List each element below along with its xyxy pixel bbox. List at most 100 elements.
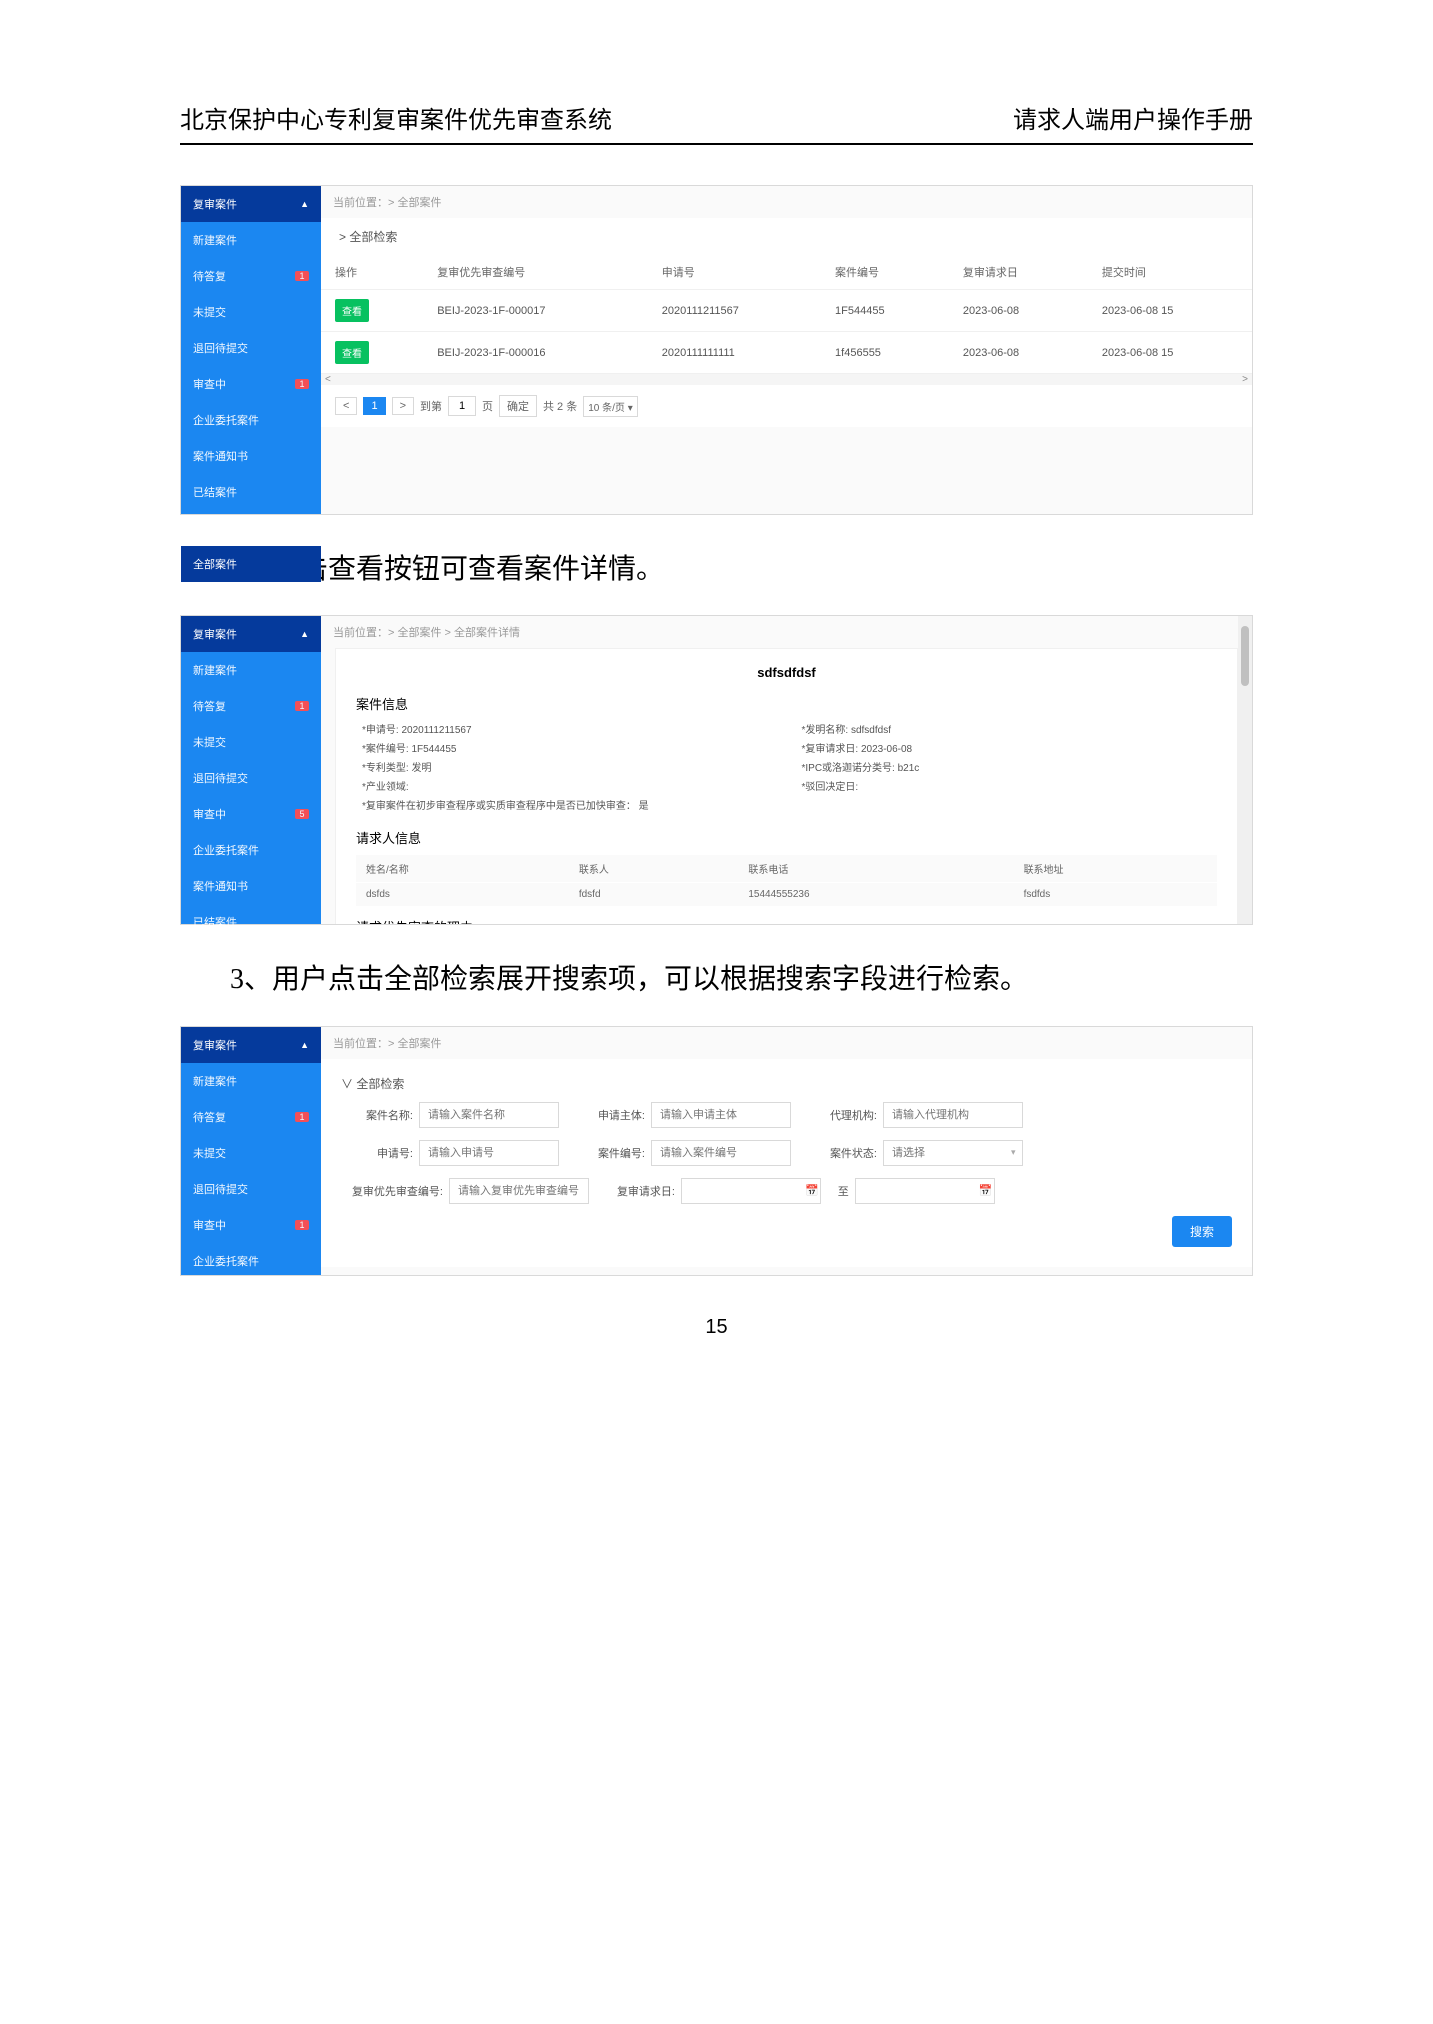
- h-scrollbar[interactable]: <>: [321, 374, 1252, 385]
- page-header: 北京保护中心专利复审案件优先审查系统 请求人端用户操作手册: [180, 100, 1253, 145]
- badge: 5: [295, 809, 309, 819]
- sidebar-item[interactable]: 已结案件: [181, 904, 321, 940]
- form-label: 代理机构:: [805, 1107, 877, 1123]
- badge: 1: [295, 271, 309, 281]
- sidebar-item[interactable]: 复审案件▲: [181, 616, 321, 652]
- breadcrumb-detail: 当前位置：> 全部案件 > 全部案件详情: [321, 616, 1252, 648]
- sidebar-item[interactable]: 案件通知书: [181, 438, 321, 474]
- sidebar-item[interactable]: 全部案件: [181, 546, 321, 582]
- form-input[interactable]: [855, 1178, 995, 1204]
- instruction-3: 3、用户点击全部检索展开搜索项，可以根据搜索字段进行检索。: [230, 955, 1253, 1005]
- form-input[interactable]: [883, 1140, 1023, 1166]
- page-input[interactable]: [448, 396, 476, 416]
- sidebar-item[interactable]: 审查中5: [181, 796, 321, 832]
- table-header: 操作: [321, 255, 423, 290]
- info-field: *案件编号: 1F544455: [362, 740, 772, 755]
- form-label: 申请号:: [341, 1145, 413, 1161]
- table-header: 复审优先审查编号: [423, 255, 648, 290]
- sidebar-item[interactable]: 审查中1: [181, 366, 321, 402]
- sidebar-item[interactable]: 待答复1: [181, 1099, 321, 1135]
- sidebar-item[interactable]: 案件通知书: [181, 868, 321, 904]
- calendar-icon[interactable]: 📅: [979, 1184, 993, 1197]
- badge: 1: [295, 1112, 309, 1122]
- goto-confirm[interactable]: 确定: [499, 395, 537, 417]
- form-input[interactable]: [651, 1140, 791, 1166]
- sidebar-item[interactable]: 审查中1: [181, 1207, 321, 1243]
- form-label: 复审优先审查编号:: [341, 1183, 443, 1199]
- requester-table: 姓名/名称联系人联系电话联系地址 dsfdsfdsfd15444555236fs…: [356, 855, 1217, 907]
- screenshot-search-form: 复审案件▲新建案件待答复1未提交退回待提交审查中1企业委托案件案件通知书已结案件…: [180, 1026, 1253, 1276]
- chevron-up-icon: ▲: [300, 1040, 309, 1050]
- sidebar-item[interactable]: 退回待提交: [181, 760, 321, 796]
- case-title: sdfsdfdsf: [356, 665, 1217, 680]
- badge: 1: [295, 701, 309, 711]
- form-input[interactable]: [449, 1178, 589, 1204]
- chevron-up-icon: ▲: [300, 199, 309, 209]
- form-label: 案件编号:: [573, 1145, 645, 1161]
- sidebar-item[interactable]: 全部案件: [181, 976, 321, 1012]
- sidebar-item[interactable]: 企业委托案件: [181, 832, 321, 868]
- sidebar-item[interactable]: 企业委托案件: [181, 1243, 321, 1279]
- info-field: *驳回决定日:: [802, 778, 1212, 793]
- info-field: *产业领域:: [362, 778, 772, 793]
- sidebar-item[interactable]: 待答复1: [181, 688, 321, 724]
- sidebar-item[interactable]: 未提交: [181, 724, 321, 760]
- main-panel: 当前位置：> 全部案件 > 全部检索 操作复审优先审查编号申请号案件编号复审请求…: [321, 186, 1252, 514]
- sidebar-item[interactable]: 退回待提交: [181, 1171, 321, 1207]
- info-field: *复审案件在初步审查程序或实质审查程序中是否已加快审查： 是: [362, 797, 772, 812]
- sidebar-item[interactable]: 委托管理: [181, 510, 321, 546]
- table-header: 案件编号: [821, 255, 949, 290]
- fold-toggle-open[interactable]: ∨ 全部检索: [341, 1075, 1232, 1102]
- view-button[interactable]: 查看: [335, 299, 369, 322]
- table-row: 查看BEIJ-2023-1F-00001620201111111111f4565…: [321, 332, 1252, 374]
- info-field: *复审请求日: 2023-06-08: [802, 740, 1212, 755]
- sidebar-item[interactable]: 委托管理: [181, 940, 321, 976]
- sidebar-item[interactable]: 已结案件: [181, 1315, 321, 1351]
- info-field: *发明名称: sdfsdfdsf: [802, 721, 1212, 736]
- form-input[interactable]: [651, 1102, 791, 1128]
- form-label: 申请主体:: [573, 1107, 645, 1123]
- sidebar-item[interactable]: 已结案件: [181, 474, 321, 510]
- form-input[interactable]: [419, 1140, 559, 1166]
- section-case-info: 案件信息: [356, 694, 1217, 713]
- chevron-up-icon: ▲: [300, 629, 309, 639]
- page-number: 15: [180, 1316, 1253, 1339]
- sidebar-item[interactable]: 待答复1: [181, 258, 321, 294]
- prev-page[interactable]: <: [335, 397, 357, 415]
- sidebar-item[interactable]: 退回待提交: [181, 330, 321, 366]
- sidebar-item[interactable]: 新建案件: [181, 1063, 321, 1099]
- header-right: 请求人端用户操作手册: [1013, 100, 1253, 135]
- info-field: *申请号: 2020111211567: [362, 721, 772, 736]
- main-panel-search: 当前位置：> 全部案件 ∨ 全部检索 案件名称:申请主体:代理机构:申请号:案件…: [321, 1027, 1252, 1275]
- next-page[interactable]: >: [392, 397, 414, 415]
- form-label: 案件名称:: [341, 1107, 413, 1123]
- cases-table: 操作复审优先审查编号申请号案件编号复审请求日提交时间 查看BEIJ-2023-1…: [321, 255, 1252, 374]
- calendar-icon[interactable]: 📅: [805, 1184, 819, 1197]
- sidebar-item[interactable]: 企业委托案件: [181, 402, 321, 438]
- sidebar-item[interactable]: 案件通知书: [181, 1279, 321, 1315]
- form-input[interactable]: [419, 1102, 559, 1128]
- fold-toggle[interactable]: > 全部检索: [321, 218, 1252, 255]
- v-scrollbar[interactable]: [1238, 616, 1252, 924]
- sidebar-item[interactable]: 复审案件▲: [181, 186, 321, 222]
- per-page-select[interactable]: 10 条/页 ▾: [583, 396, 637, 417]
- chevron-down-icon[interactable]: ▾: [1011, 1147, 1016, 1158]
- search-button[interactable]: 搜索: [1172, 1216, 1232, 1247]
- form-input[interactable]: [883, 1102, 1023, 1128]
- page-1[interactable]: 1: [363, 397, 385, 415]
- info-field: *专利类型: 发明: [362, 759, 772, 774]
- sidebar-item[interactable]: 未提交: [181, 1135, 321, 1171]
- pagination: < 1 > 到第 页 确定 共 2 条 10 条/页 ▾: [321, 385, 1252, 427]
- sidebar-item[interactable]: 未提交: [181, 294, 321, 330]
- info-field: *IPC或洛迦诺分类号: b21c: [802, 759, 1212, 774]
- form-input[interactable]: [681, 1178, 821, 1204]
- sidebar-item[interactable]: 新建案件: [181, 222, 321, 258]
- sidebar-item[interactable]: 新建案件: [181, 652, 321, 688]
- total-count: 共 2 条: [543, 398, 577, 414]
- form-label: 案件状态:: [805, 1145, 877, 1161]
- table-header: 提交时间: [1088, 255, 1252, 290]
- screenshot-all-cases: 复审案件▲新建案件待答复1未提交退回待提交审查中1企业委托案件案件通知书已结案件…: [180, 185, 1253, 515]
- sidebar-item[interactable]: 复审案件▲: [181, 1027, 321, 1063]
- goto-label: 到第: [420, 398, 442, 414]
- view-button[interactable]: 查看: [335, 341, 369, 364]
